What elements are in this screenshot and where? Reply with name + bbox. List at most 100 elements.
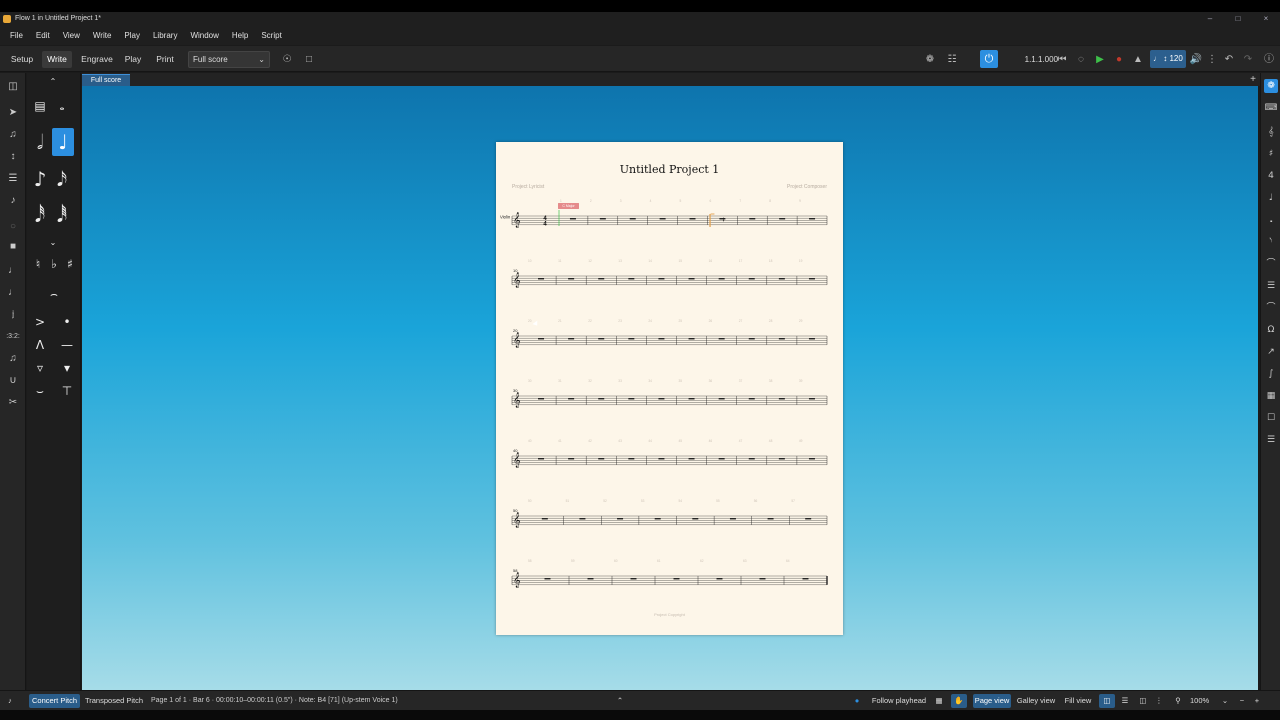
tenuto-icon[interactable]: — — [56, 336, 78, 354]
multibar-rest-icon[interactable]: ▤ — [29, 97, 51, 115]
sharp-icon[interactable]: ♯ — [59, 255, 81, 273]
score-page[interactable]: Untitled Project 1 Project Lyricist Proj… — [496, 142, 843, 635]
thirtysecond-note-icon[interactable]: 𝅘𝅥𝅰 — [29, 201, 51, 229]
layout-select[interactable]: Full score ⌄ — [188, 51, 270, 68]
caret-up-icon[interactable]: ⌃ — [612, 694, 628, 708]
menu-view[interactable]: View — [57, 31, 87, 40]
note-input-icon[interactable]: ♫ — [5, 127, 21, 143]
mixer-wheel-icon[interactable]: ❁ — [922, 51, 938, 68]
zoom-level[interactable]: 100% — [1190, 694, 1209, 708]
sixtyfourth-note-icon[interactable]: 𝅘𝅥𝅱 — [51, 201, 73, 229]
click-icon[interactable]: ◌ — [1073, 51, 1089, 68]
vertical-dots-icon[interactable]: ⋮ — [1153, 694, 1165, 708]
barlines-icon[interactable]: ☰ — [1264, 279, 1278, 293]
lines-icon[interactable]: ↗ — [1264, 345, 1278, 359]
playing-techniques-icon[interactable]: ⌒ — [1264, 257, 1278, 271]
minimize-button[interactable]: – — [1196, 12, 1224, 25]
chevron-up-icon[interactable]: ⌃ — [42, 73, 64, 91]
rest-icon[interactable]: 𝔧 — [5, 307, 21, 323]
keyboard-icon[interactable]: ⌨ — [1264, 101, 1278, 115]
menu-file[interactable]: File — [4, 31, 30, 40]
quarter-note-icon[interactable]: ♩ — [52, 128, 74, 156]
menu-library[interactable]: Library — [147, 31, 184, 40]
video-icon[interactable]: ▦ — [1264, 389, 1278, 403]
eighth-note-icon[interactable]: ♪ — [29, 165, 51, 193]
tie-tool-icon[interactable]: ∪ — [5, 373, 21, 389]
dot-input-icon[interactable]: ♩ — [5, 263, 21, 279]
more-options-icon[interactable]: ⋮ — [1204, 51, 1220, 68]
undo-icon[interactable]: ↶ — [1221, 51, 1237, 68]
menu-play[interactable]: Play — [118, 31, 147, 40]
select-tool-icon[interactable]: ➤ — [5, 105, 21, 121]
panel-toggle-icon[interactable]: ◫ — [5, 79, 21, 95]
slur-icon[interactable]: ⌢ — [37, 285, 71, 303]
staccato-icon[interactable]: • — [56, 313, 78, 331]
lock-duration-icon[interactable]: ○ — [5, 219, 21, 235]
tab-play[interactable]: Play — [121, 51, 145, 68]
redo-icon[interactable]: ↷ — [1240, 51, 1256, 68]
close-button[interactable]: × — [1252, 12, 1280, 25]
comment-icon[interactable]: ☐ — [1264, 411, 1278, 425]
tuplet-icon[interactable]: :3:2: — [5, 329, 21, 345]
holds-pauses-icon[interactable]: ⌒ — [1264, 301, 1278, 315]
palette-icon[interactable]: ❁ — [1264, 79, 1278, 93]
zoom-in-icon[interactable]: + — [1250, 694, 1264, 708]
score-canvas[interactable]: Untitled Project 1 Project Lyricist Proj… — [82, 86, 1258, 690]
menu-window[interactable]: Window — [184, 31, 225, 40]
zoom-out-icon[interactable]: − — [1235, 694, 1249, 708]
page-horizontal-icon[interactable]: ◫ — [1135, 694, 1151, 708]
tempo-display[interactable]: ♩ ↕ 120 — [1150, 50, 1186, 68]
concert-pitch-toggle[interactable]: Concert Pitch — [29, 694, 80, 708]
maximize-button[interactable]: □ — [1224, 12, 1252, 25]
grace-note-icon[interactable]: ♪ — [5, 193, 21, 209]
power-icon[interactable]: ⏻ — [980, 50, 998, 68]
tab-print[interactable]: Print — [151, 51, 179, 68]
accent-icon[interactable]: > — [29, 313, 51, 331]
force-duration-icon[interactable]: ■ — [5, 239, 21, 255]
harp-pedal-icon[interactable]: ∫ — [1264, 367, 1278, 381]
page-vertical-icon[interactable]: ☰ — [1118, 694, 1132, 708]
tab-write[interactable]: Write — [42, 51, 72, 68]
hand-tool-icon[interactable]: ✋ — [951, 694, 967, 708]
tie-icon[interactable]: ⌣ — [29, 382, 51, 400]
zoom-icon[interactable]: ⚲ — [1171, 694, 1185, 708]
menu-script[interactable]: Script — [255, 31, 288, 40]
marcato-icon[interactable]: Λ — [29, 336, 51, 354]
eye-icon[interactable]: ☉ — [279, 51, 295, 68]
follow-playhead-toggle[interactable]: Follow playhead — [868, 694, 930, 708]
scissors-icon[interactable]: ✂ — [5, 395, 21, 411]
slur-tool-icon[interactable]: ♫ — [5, 351, 21, 367]
menu-write[interactable]: Write — [87, 31, 119, 40]
page-arrangement-icon[interactable]: ◫ — [1099, 694, 1115, 708]
help-icon[interactable]: ⓘ — [1261, 51, 1277, 68]
record-icon[interactable]: ● — [1111, 51, 1127, 68]
fill-view-button[interactable]: Fill view — [1061, 694, 1095, 708]
page-view-button[interactable]: Page view — [973, 694, 1011, 708]
whole-note-icon[interactable]: 𝅝 — [51, 97, 73, 115]
properties-icon[interactable]: ☰ — [1264, 433, 1278, 447]
staccatissimo-icon[interactable]: ▿ — [29, 359, 51, 377]
insert-mode-icon[interactable]: ↕ — [5, 149, 21, 165]
menu-help[interactable]: Help — [226, 31, 255, 40]
tab-setup[interactable]: Setup — [8, 51, 36, 68]
note-input-status-icon[interactable]: ♪ — [0, 694, 20, 708]
add-tab-icon[interactable]: + — [1250, 73, 1256, 86]
window-mode-icon[interactable]: □ — [301, 51, 317, 68]
key-signature-icon[interactable]: ♯ — [1264, 147, 1278, 161]
play-icon[interactable]: ▶ — [1092, 51, 1108, 68]
clef-icon[interactable]: 𝄞 — [1264, 125, 1278, 139]
transposed-pitch-toggle[interactable]: Transposed Pitch — [84, 694, 144, 708]
dynamics-icon[interactable]: 𝅇 — [1264, 213, 1278, 227]
zoom-dropdown-icon[interactable]: ⌄ — [1219, 694, 1231, 708]
tenuto-staccato-icon[interactable]: ⊤ — [56, 382, 78, 400]
chevron-down-icon[interactable]: ⌄ — [42, 234, 64, 252]
time-signature-icon[interactable]: 4 — [1264, 169, 1278, 183]
dotted-note-icon[interactable]: ♩ — [5, 285, 21, 301]
repeats-icon[interactable]: Ω — [1264, 323, 1278, 337]
mixer-sliders-icon[interactable]: ☷ — [944, 51, 960, 68]
tab-engrave[interactable]: Engrave — [78, 51, 116, 68]
ornaments-icon[interactable]: 𝅮 — [1264, 235, 1278, 249]
follow-playhead-indicator-icon[interactable]: ● — [850, 694, 864, 708]
sixteenth-note-icon[interactable]: 𝅘𝅥𝅯 — [51, 165, 73, 193]
galley-view-button[interactable]: Galley view — [1015, 694, 1057, 708]
